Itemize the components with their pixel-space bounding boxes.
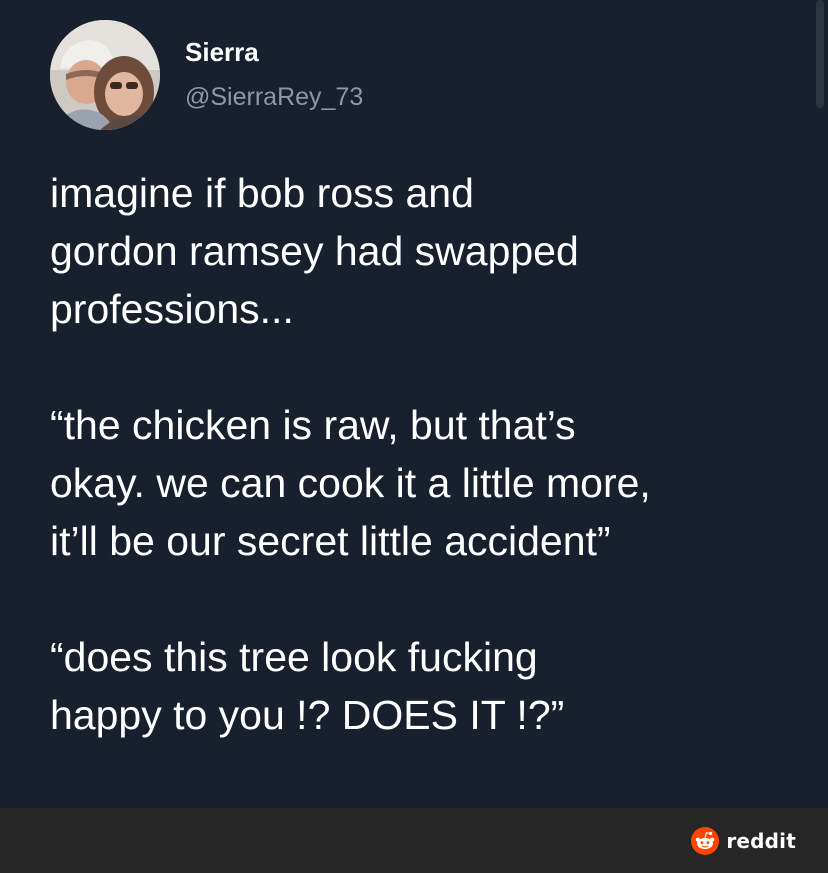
- author-handle[interactable]: @SierraRey_73: [185, 82, 363, 112]
- reddit-logo-icon: [691, 827, 720, 855]
- tweet-paragraph: “the chicken is raw, but that’s okay. we…: [50, 402, 651, 564]
- tweet-author: Sierra @SierraRey_73: [185, 36, 363, 112]
- reddit-wordmark: reddit: [726, 829, 796, 853]
- tweet-paragraph: imagine if bob ross and gordon ramsey ha…: [50, 170, 579, 332]
- tweet-card: Sierra @SierraRey_73 imagine if bob ross…: [0, 0, 828, 808]
- reddit-watermark: reddit: [691, 826, 796, 856]
- tweet-paragraph: “does this tree look fucking happy to yo…: [50, 634, 565, 738]
- profile-photo: [50, 20, 160, 130]
- avatar[interactable]: [50, 20, 160, 130]
- tweet-text: imagine if bob ross and gordon ramsey ha…: [50, 164, 810, 744]
- author-display-name[interactable]: Sierra: [185, 36, 363, 68]
- scrollbar[interactable]: [816, 0, 824, 108]
- watermark-bar: reddit: [0, 808, 828, 873]
